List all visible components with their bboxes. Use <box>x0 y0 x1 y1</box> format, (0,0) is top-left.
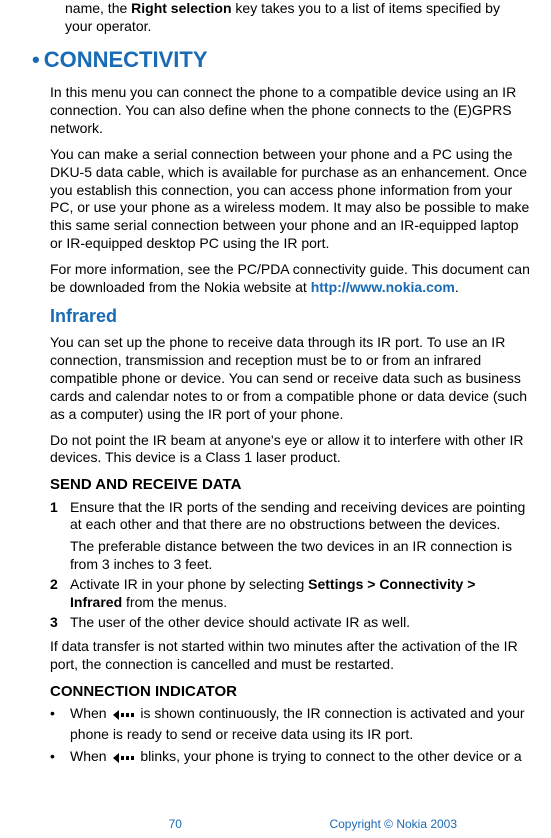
heading-bullet-icon: • <box>32 47 40 72</box>
infrared-para-1: You can set up the phone to receive data… <box>50 334 531 424</box>
step-row: 3 The user of the other device should ac… <box>50 614 531 632</box>
step-text: Activate IR in your phone by selecting S… <box>70 576 531 612</box>
fragment-bold: Right selection <box>131 0 231 16</box>
step-row: 1 Ensure that the IR ports of the sendin… <box>50 499 531 575</box>
step1-text: Ensure that the IR ports of the sending … <box>70 499 525 533</box>
bullet-icon: • <box>50 705 70 744</box>
step-text: Ensure that the IR ports of the sending … <box>70 499 531 575</box>
page-number: 70 <box>0 817 276 832</box>
step3-text: The user of the other device should acti… <box>70 614 531 632</box>
bullet2-pre: When <box>70 748 110 764</box>
step2-post: from the menus. <box>122 594 227 610</box>
connectivity-para-3: For more information, see the PC/PDA con… <box>50 261 531 297</box>
copyright-text: Copyright © Nokia 2003 <box>276 817 551 832</box>
step-number: 2 <box>50 576 70 612</box>
send-receive-steps: 1 Ensure that the IR ports of the sendin… <box>50 499 531 632</box>
connection-indicator-heading: CONNECTION INDICATOR <box>50 682 531 701</box>
ir-icon <box>112 708 134 726</box>
infrared-heading: Infrared <box>50 305 531 328</box>
connectivity-para-2: You can make a serial connection between… <box>50 146 531 253</box>
page-fragment-top: name, the Right selection key takes you … <box>50 0 531 36</box>
indicator-bullet-text: When is shown continuously, the IR conne… <box>70 705 531 744</box>
ir-icon <box>112 751 134 769</box>
bullet2-post: blinks, your phone is trying to connect … <box>136 748 521 764</box>
step1-sub: The preferable distance between the two … <box>70 538 531 574</box>
send-receive-after: If data transfer is not started within t… <box>50 638 531 674</box>
nokia-link[interactable]: http://www.nokia.com <box>311 279 455 295</box>
fragment-pre: name, the <box>65 0 131 16</box>
connectivity-title: CONNECTIVITY <box>44 47 208 72</box>
indicator-bullet-row: • When blinks, your phone is trying to c… <box>50 748 531 769</box>
connectivity-para-1: In this menu you can connect the phone t… <box>50 84 531 138</box>
bullet1-post: is shown continuously, the IR connection… <box>70 705 525 742</box>
step2-pre: Activate IR in your phone by selecting <box>70 576 308 592</box>
infrared-para-2: Do not point the IR beam at anyone's eye… <box>50 432 531 468</box>
connectivity-heading: •CONNECTIVITY <box>32 46 531 74</box>
p3-post: . <box>455 279 459 295</box>
step-number: 1 <box>50 499 70 575</box>
step-row: 2 Activate IR in your phone by selecting… <box>50 576 531 612</box>
page-footer: 70 Copyright © Nokia 2003 <box>0 817 551 832</box>
bullet1-pre: When <box>70 705 110 721</box>
bullet-icon: • <box>50 748 70 769</box>
send-receive-heading: SEND AND RECEIVE DATA <box>50 475 531 494</box>
indicator-bullets: • When is shown continuously, the IR con… <box>50 705 531 769</box>
indicator-bullet-row: • When is shown continuously, the IR con… <box>50 705 531 744</box>
step-number: 3 <box>50 614 70 632</box>
indicator-bullet-text: When blinks, your phone is trying to con… <box>70 748 531 769</box>
